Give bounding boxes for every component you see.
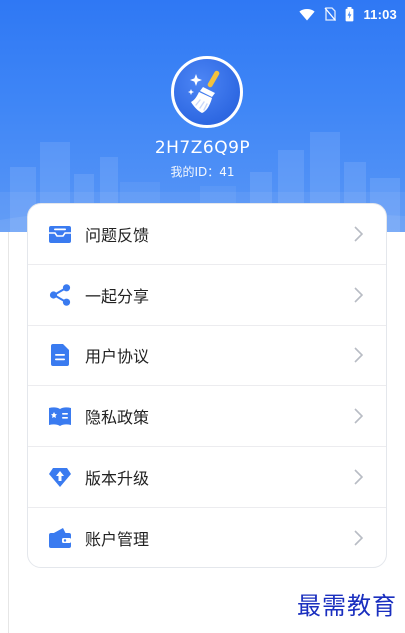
watermark-text: 最需教育 [297, 592, 397, 620]
chevron-right-icon [352, 529, 364, 547]
chevron-right-icon [352, 407, 364, 425]
user-id: 我的ID：41 [0, 163, 405, 180]
left-edge-divider [8, 232, 9, 633]
share-icon [47, 282, 73, 308]
wallet-icon [47, 525, 73, 551]
avatar[interactable] [171, 56, 243, 128]
feedback-mail-icon [47, 221, 73, 247]
wifi-icon [299, 8, 316, 21]
menu-item-version-upgrade[interactable]: 版本升级 [28, 447, 386, 508]
menu-item-label: 问题反馈 [85, 225, 150, 245]
menu-item-label: 账户管理 [85, 530, 150, 550]
menu-item-user-agreement[interactable]: 用户协议 [28, 326, 386, 387]
menu-item-label: 一起分享 [85, 286, 150, 306]
menu-card: 问题反馈 一起分享 用户协议 隐私政策 版本升级 账户管理 [27, 203, 387, 568]
user-id-value: 41 [219, 165, 235, 179]
username: 2H7Z6Q9P [154, 138, 251, 158]
upgrade-diamond-icon [47, 464, 73, 490]
privacy-book-icon [47, 403, 73, 429]
broom-sparkle-icon [188, 70, 220, 113]
menu-item-privacy-policy[interactable]: 隐私政策 [28, 386, 386, 448]
chevron-right-icon [352, 346, 364, 364]
battery-icon [345, 6, 354, 22]
chevron-right-icon [352, 286, 364, 304]
status-time: 11:03 [363, 6, 397, 22]
menu-item-account-management[interactable]: 账户管理 [28, 508, 386, 567]
status-bar: 11:03 [299, 0, 405, 28]
menu-item-feedback[interactable]: 问题反馈 [28, 204, 386, 265]
no-sim-icon [324, 7, 337, 21]
user-id-label: 我的ID： [170, 165, 220, 179]
menu-item-label: 版本升级 [85, 469, 150, 489]
menu-item-label: 用户协议 [85, 347, 150, 367]
menu-item-label: 隐私政策 [85, 408, 150, 428]
chevron-right-icon [352, 225, 364, 243]
chevron-right-icon [352, 468, 364, 486]
document-icon [47, 342, 73, 368]
menu-item-share[interactable]: 一起分享 [28, 265, 386, 326]
profile-header: 11:03 2H7Z6Q9P 我的ID：41 [0, 0, 405, 232]
